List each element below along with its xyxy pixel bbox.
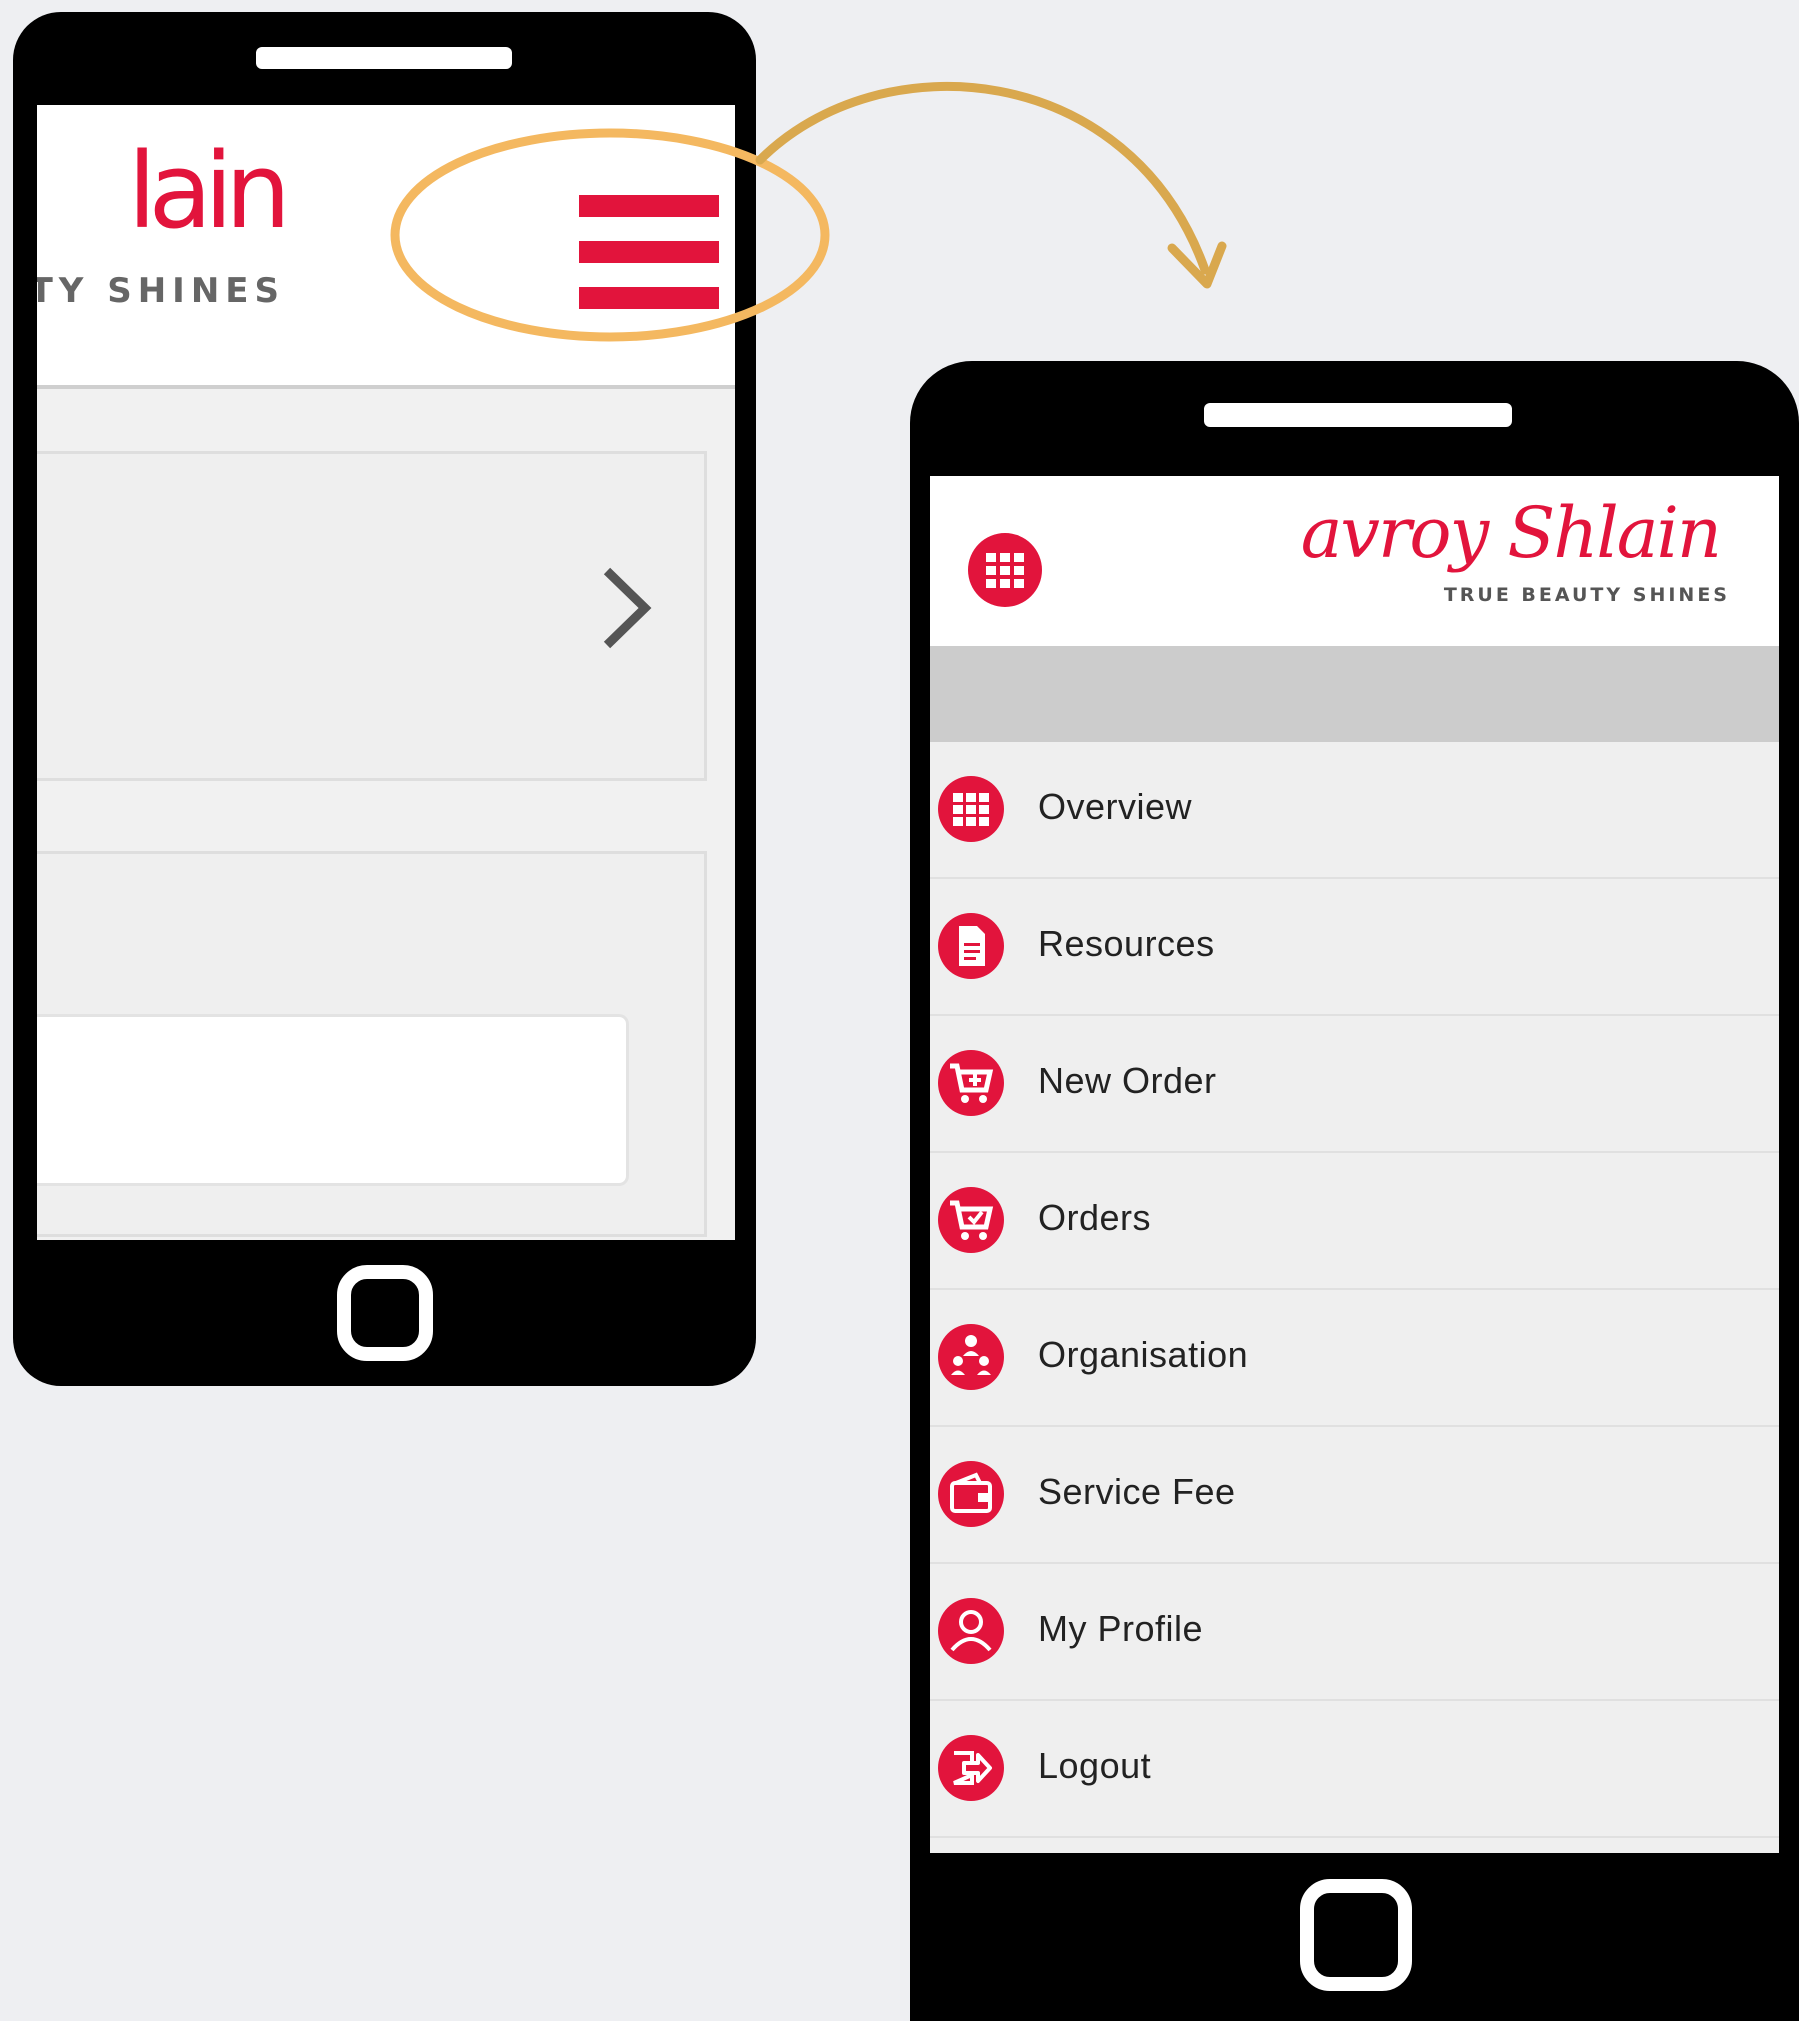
arrow-head-icon: [1167, 241, 1227, 289]
menu-item-label: Service Fee: [1038, 1471, 1236, 1512]
user-icon: [938, 1598, 1004, 1664]
document-icon: [938, 913, 1004, 979]
left-home-button[interactable]: [337, 1265, 433, 1361]
grid-icon: [986, 553, 1024, 588]
menu-item-organisation[interactable]: Organisation: [930, 1290, 1779, 1427]
logout-icon: [938, 1735, 1004, 1801]
form-card: [37, 851, 707, 1237]
cart-check-icon: [938, 1187, 1004, 1253]
left-phone-speaker: [256, 47, 512, 69]
transition-arrow: [755, 82, 1210, 275]
side-menu: Overview Resources New Order Orders Orga…: [930, 742, 1779, 1838]
right-phone-screen: avroy Shlain TRUE BEAUTY SHINES Overview: [930, 476, 1779, 1853]
menu-item-new-order[interactable]: New Order: [930, 1016, 1779, 1153]
menu-item-logout[interactable]: Logout: [930, 1701, 1779, 1838]
brand-logo: avroy Shlain: [1300, 492, 1722, 574]
menu-item-label: Organisation: [1038, 1334, 1249, 1375]
hamburger-bar: [579, 195, 719, 217]
grid-icon: [938, 776, 1004, 842]
menu-item-label: New Order: [1038, 1060, 1217, 1101]
right-phone: avroy Shlain TRUE BEAUTY SHINES Overview: [910, 361, 1799, 2021]
menu-item-service-fee[interactable]: Service Fee: [930, 1427, 1779, 1564]
grid-menu-button[interactable]: [968, 533, 1042, 607]
menu-item-label: Logout: [1038, 1745, 1152, 1786]
left-phone: lain TY SHINES: [13, 12, 756, 1386]
menu-item-overview[interactable]: Overview: [930, 742, 1779, 879]
brand-logo-partial: lain: [127, 130, 291, 252]
brand-tagline-partial: TY SHINES: [37, 271, 285, 311]
left-app-header: lain TY SHINES: [37, 105, 735, 389]
content-card[interactable]: [37, 451, 707, 781]
menu-header: avroy Shlain TRUE BEAUTY SHINES: [930, 476, 1779, 646]
right-phone-speaker: [1204, 403, 1512, 427]
left-phone-screen: lain TY SHINES: [37, 105, 735, 1240]
menu-item-label: Overview: [1038, 786, 1193, 827]
brand-tagline: TRUE BEAUTY SHINES: [1443, 584, 1730, 606]
chevron-right-icon: [603, 567, 652, 649]
organisation-icon: [938, 1324, 1004, 1390]
text-input[interactable]: [37, 1014, 629, 1186]
menu-item-my-profile[interactable]: My Profile: [930, 1564, 1779, 1701]
hamburger-bar: [579, 287, 719, 309]
menu-item-label: Resources: [1038, 923, 1215, 964]
menu-item-label: My Profile: [1038, 1608, 1204, 1649]
menu-item-orders[interactable]: Orders: [930, 1153, 1779, 1290]
menu-item-label: Orders: [1038, 1197, 1152, 1238]
cart-plus-icon: [938, 1050, 1004, 1116]
wallet-icon: [938, 1461, 1004, 1527]
profile-banner: [930, 646, 1779, 742]
right-home-button[interactable]: [1300, 1879, 1412, 1991]
hamburger-menu-button[interactable]: [579, 195, 719, 309]
menu-item-resources[interactable]: Resources: [930, 879, 1779, 1016]
hamburger-bar: [579, 241, 719, 263]
